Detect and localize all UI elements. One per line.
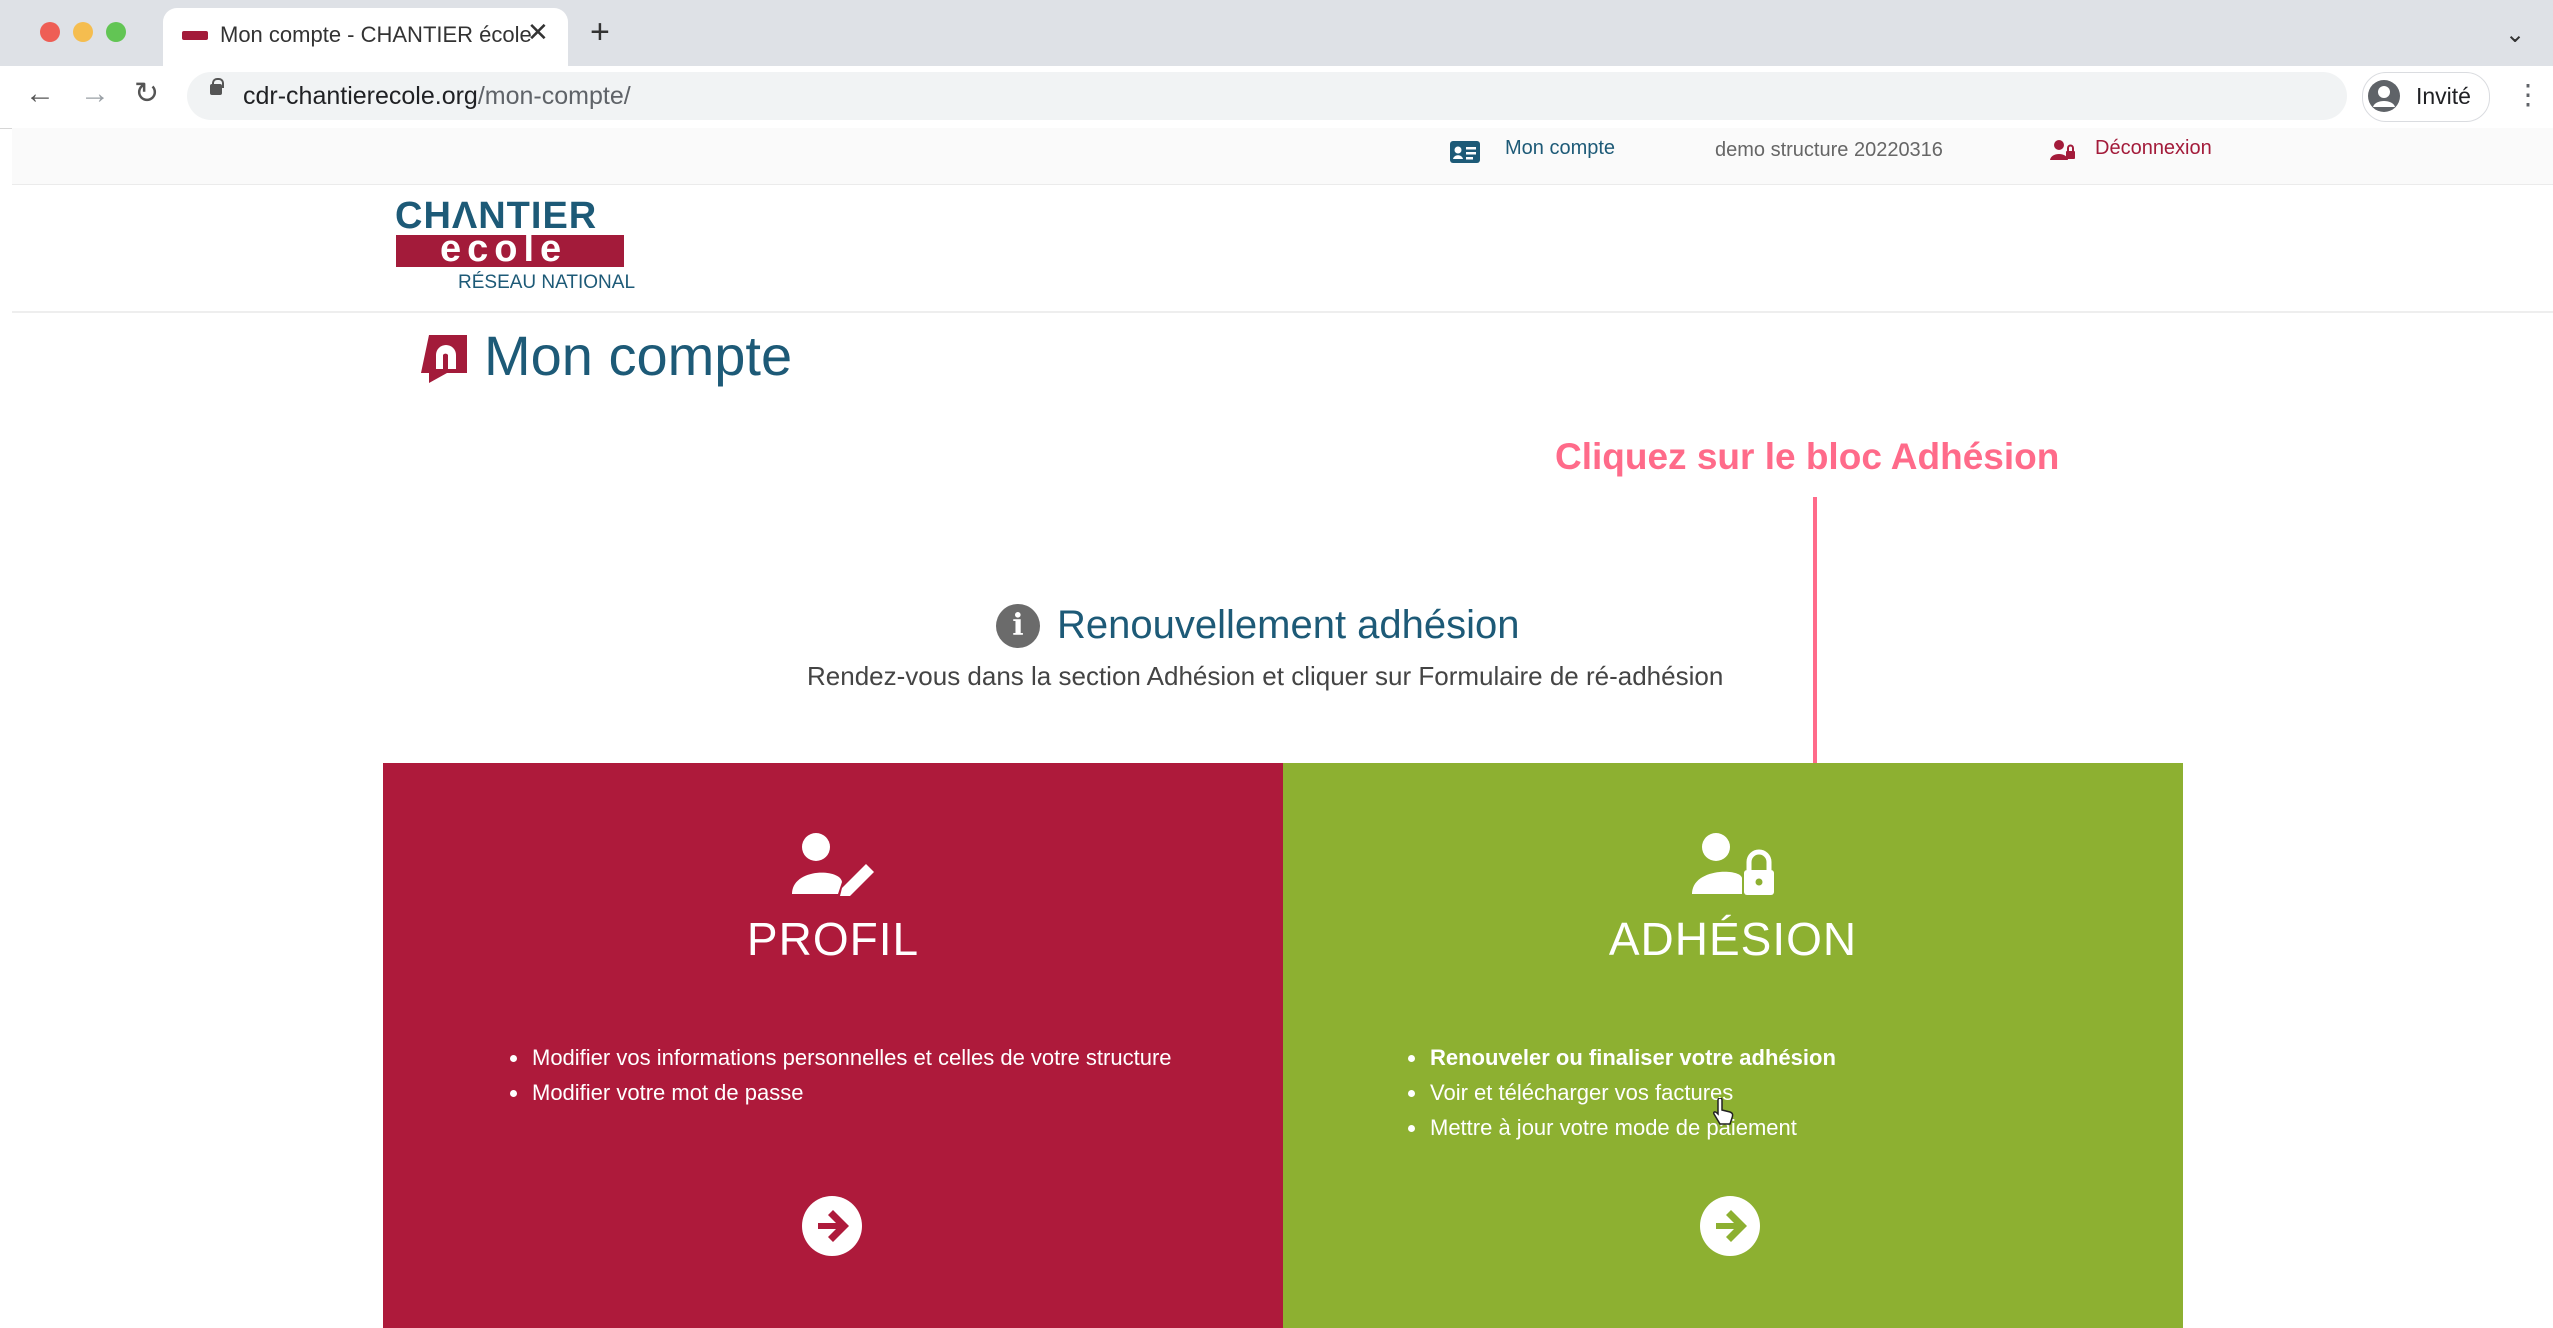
url-text[interactable]: cdr-chantierecole.org/mon-compte/ xyxy=(243,82,631,111)
adhesion-arrow-button[interactable] xyxy=(1700,1196,1760,1256)
list-item: Modifier votre mot de passe xyxy=(530,1075,1210,1110)
page-title: Mon compte xyxy=(484,324,793,387)
profil-arrow-button[interactable] xyxy=(802,1196,862,1256)
info-title: Renouvellement adhésion xyxy=(1057,603,1520,647)
minimize-window-button[interactable] xyxy=(73,22,93,42)
profile-label: Invité xyxy=(2416,83,2471,109)
reload-icon[interactable]: ↻ xyxy=(134,76,159,112)
logo-line2[interactable]: ecole xyxy=(440,228,567,270)
forward-arrow-icon[interactable]: → xyxy=(80,76,110,112)
back-arrow-icon[interactable]: ← xyxy=(25,76,55,112)
tutorial-annotation: Cliquez sur le bloc Adhésion xyxy=(1555,436,2060,477)
organization-name: demo structure 20220316 xyxy=(1715,139,1943,161)
close-tab-icon[interactable]: ✕ xyxy=(527,18,549,46)
profile-avatar-icon xyxy=(2368,80,2400,112)
close-window-button[interactable] xyxy=(40,22,60,42)
id-card-icon xyxy=(1450,141,1480,163)
logo-line3: RÉSEAU NATIONAL xyxy=(458,272,636,293)
profil-card-title: PROFIL xyxy=(746,913,920,965)
profil-card-list: Modifier vos informations personnelles e… xyxy=(490,1040,1210,1110)
list-item: Mettre à jour votre mode de paiement xyxy=(1428,1110,2128,1145)
tab-search-chevron-icon[interactable]: ⌄ xyxy=(2505,20,2525,49)
list-item: Modifier vos informations personnelles e… xyxy=(530,1040,1210,1075)
list-item: Renouveler ou finaliser votre adhésion xyxy=(1428,1040,2128,1075)
list-item: Voir et télécharger vos factures xyxy=(1428,1075,2128,1110)
favicon-icon xyxy=(182,31,208,40)
account-link[interactable]: Mon compte xyxy=(1505,137,1615,160)
adhesion-card-title: ADHÉSION xyxy=(1608,913,1858,965)
logout-link[interactable]: Déconnexion xyxy=(2095,137,2212,160)
user-edit-icon xyxy=(788,830,878,896)
maximize-window-button[interactable] xyxy=(106,22,126,42)
chantier-ecole-logo-icon xyxy=(417,333,471,385)
tab-title: Mon compte - CHANTIER école xyxy=(220,22,532,47)
info-text: Rendez-vous dans la section Adhésion et … xyxy=(807,661,1724,691)
logout-user-icon xyxy=(2050,138,2076,162)
lock-icon xyxy=(210,84,222,95)
user-lock-icon xyxy=(1690,830,1780,896)
new-tab-button[interactable]: + xyxy=(590,14,610,50)
url-domain: cdr-chantierecole.org xyxy=(243,82,478,110)
adhesion-card-list: Renouveler ou finaliser votre adhésion V… xyxy=(1388,1040,2128,1145)
browser-menu-icon[interactable]: ⋮ xyxy=(2514,78,2542,111)
url-path: /mon-compte/ xyxy=(477,82,631,110)
info-icon: i xyxy=(996,604,1040,648)
mouse-cursor-icon xyxy=(1712,1097,1734,1131)
header-divider xyxy=(12,311,2553,313)
